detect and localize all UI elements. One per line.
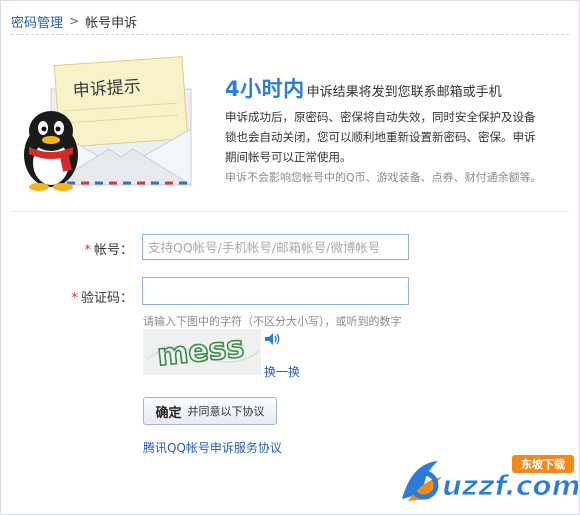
captcha-hint: 请输入下图中的字符（不区分大小写），或听到的数字: [143, 315, 402, 328]
refresh-captcha-link[interactable]: 换一换: [264, 363, 300, 380]
confirm-button-sublabel: 并同意以下协议: [187, 405, 265, 418]
notice-sub-note: 申诉不会影响您帐号中的Q币、游戏装备、点券、财付通余额等。: [225, 171, 542, 184]
breadcrumb-current: 帐号申诉: [85, 15, 138, 31]
account-input[interactable]: [142, 234, 409, 260]
notice-title-rest: 申诉结果将发到您联系邮箱或手机: [306, 85, 502, 100]
uzzf-watermark-logo: uzzf.com 东坡下载: [402, 455, 578, 503]
divider: [11, 34, 569, 35]
captcha-label-text: 验证码：: [80, 291, 133, 306]
svg-text:uzzf.com: uzzf.com: [442, 469, 578, 502]
speaker-icon[interactable]: [264, 331, 282, 347]
required-mark: *: [84, 243, 91, 258]
breadcrumb: 密码管理 > 帐号申诉: [11, 10, 137, 32]
agreement-link[interactable]: 腾讯QQ帐号申诉服务协议: [143, 439, 282, 456]
breadcrumb-password-management[interactable]: 密码管理: [11, 12, 63, 31]
captcha-input[interactable]: [142, 277, 409, 305]
divider: [11, 211, 569, 212]
notice-title: 4小时内 申诉结果将发到您联系邮箱或手机: [225, 73, 502, 103]
breadcrumb-separator-icon: >: [69, 14, 80, 28]
captcha-label: * 验证码：: [13, 287, 133, 306]
notice-description: 申诉成功后，原密码、密保将自动失效，同时安全保护及设备锁也会自动关闭，您可以顺利…: [225, 110, 536, 164]
notice-highlight: 4小时内: [225, 77, 305, 101]
confirm-button[interactable]: 确定 并同意以下协议: [143, 397, 277, 425]
appeal-illustration: 申诉提示: [24, 56, 193, 191]
confirm-button-label: 确定: [155, 405, 182, 421]
page-frame: 密码管理 > 帐号申诉 申诉提示 4小时内 申诉结果将发到您联系邮箱或手机 申诉…: [0, 0, 580, 515]
captcha-image: mess: [143, 329, 261, 375]
svg-text:东坡下载: 东坡下载: [521, 457, 565, 471]
account-label: * 帐号：: [13, 239, 133, 258]
account-label-text: 帐号：: [93, 243, 133, 258]
required-mark: *: [71, 291, 78, 306]
